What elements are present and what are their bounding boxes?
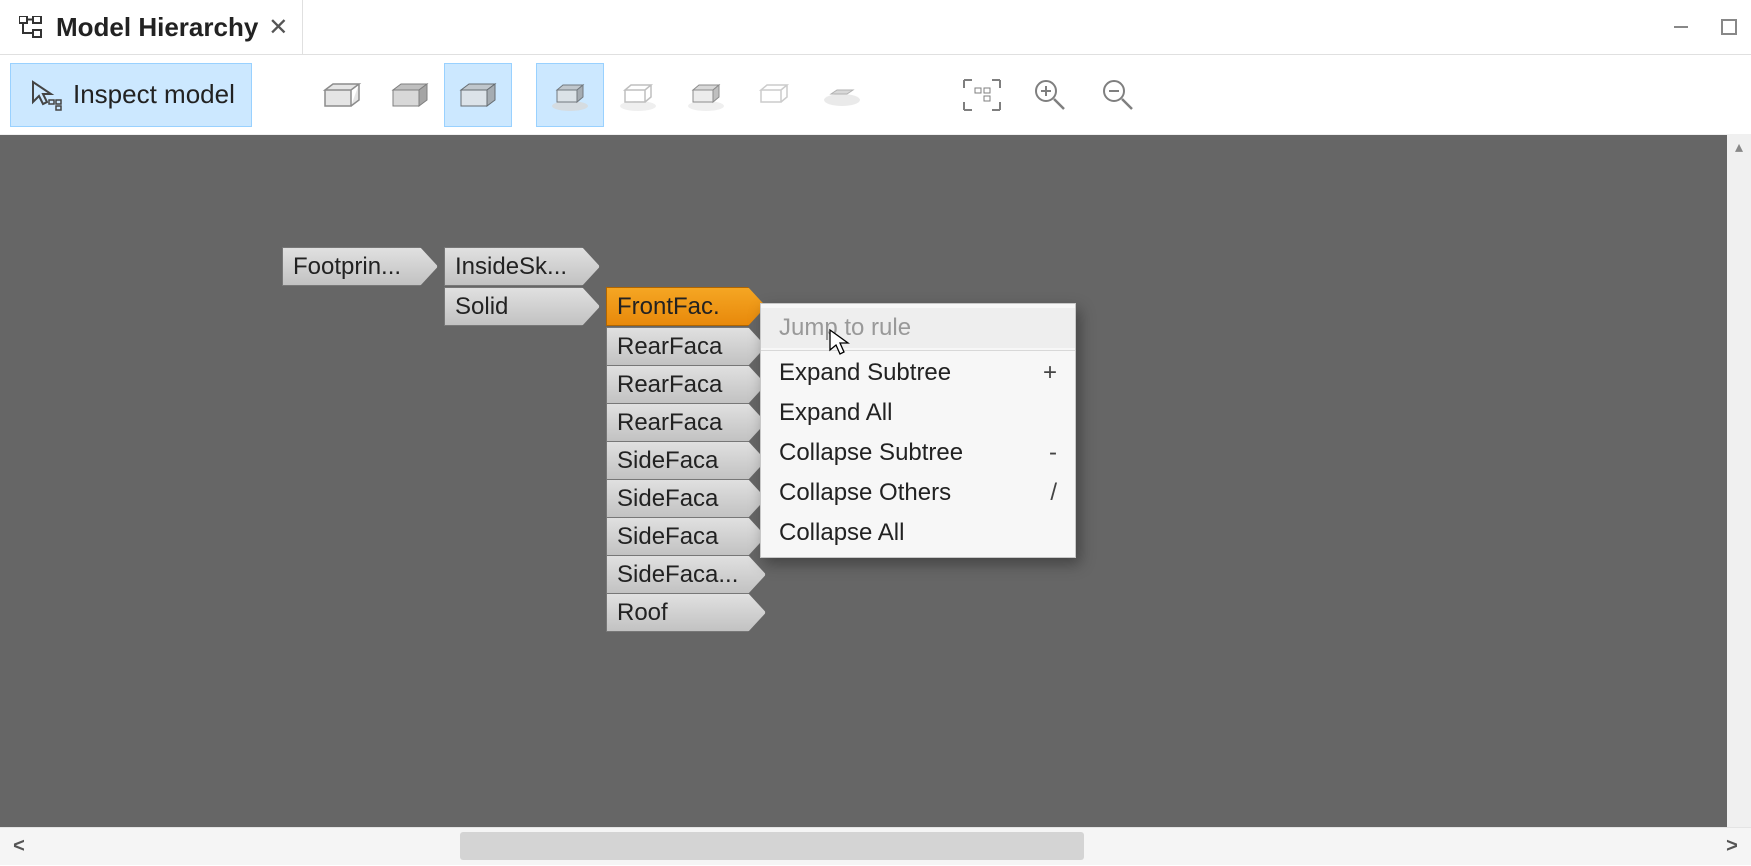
ghost-transparent-button[interactable] xyxy=(740,63,808,127)
panel-title: Model Hierarchy xyxy=(56,12,258,43)
view-mode-group-2 xyxy=(536,63,876,127)
panel-tab[interactable]: Model Hierarchy ✕ xyxy=(0,0,303,54)
hierarchy-node[interactable]: InsideSk... xyxy=(444,247,600,286)
view-shaded-button[interactable] xyxy=(376,63,444,127)
horizontal-scrollbar[interactable]: < > xyxy=(0,827,1751,865)
view-wireframe-button[interactable] xyxy=(308,63,376,127)
ghost-wire-button[interactable] xyxy=(672,63,740,127)
context-menu-item[interactable]: Expand All xyxy=(761,393,1075,433)
inspect-cursor-icon xyxy=(27,76,65,114)
hierarchy-node[interactable]: RearFaca xyxy=(606,327,766,366)
context-menu-label: Jump to rule xyxy=(779,314,911,342)
context-menu-shortcut: - xyxy=(1049,439,1057,467)
frame-selection-button[interactable] xyxy=(948,63,1016,127)
close-tab-button[interactable]: ✕ xyxy=(268,13,288,42)
ghost-front-button[interactable] xyxy=(604,63,672,127)
context-menu-label: Collapse Others xyxy=(779,479,951,507)
titlebar: Model Hierarchy ✕ xyxy=(0,0,1751,55)
context-menu-item: Jump to rule xyxy=(761,308,1075,348)
context-menu-item[interactable]: Collapse Subtree - xyxy=(761,433,1075,473)
hierarchy-node[interactable]: SideFaca xyxy=(606,517,766,556)
ghost-floor-button[interactable] xyxy=(808,63,876,127)
scroll-right-icon[interactable]: > xyxy=(1713,828,1751,866)
context-menu-shortcut: / xyxy=(1050,479,1057,507)
inspect-label: Inspect model xyxy=(73,79,235,110)
scroll-thumb[interactable] xyxy=(460,832,1084,860)
zoom-in-button[interactable] xyxy=(1016,63,1084,127)
isolate-shape-button[interactable] xyxy=(536,63,604,127)
hierarchy-node[interactable]: SideFaca xyxy=(606,441,766,480)
vertical-scrollbar[interactable]: ▴ xyxy=(1727,135,1751,827)
inspect-model-button[interactable]: Inspect model xyxy=(10,63,252,127)
hierarchy-node[interactable]: Footprin... xyxy=(282,247,438,286)
context-menu: Jump to rule Expand Subtree + Expand All Col… xyxy=(760,303,1076,558)
context-menu-shortcut: + xyxy=(1043,359,1057,387)
zoom-out-button[interactable] xyxy=(1084,63,1152,127)
hierarchy-node[interactable]: RearFaca xyxy=(606,365,766,404)
hierarchy-node[interactable]: Solid xyxy=(444,287,600,326)
context-menu-label: Collapse All xyxy=(779,519,904,547)
view-solid-button[interactable] xyxy=(444,63,512,127)
context-menu-item[interactable]: Collapse Others / xyxy=(761,473,1075,513)
hierarchy-node[interactable]: SideFaca xyxy=(606,479,766,518)
scroll-track[interactable] xyxy=(38,828,1713,865)
window-controls xyxy=(1671,17,1751,37)
hierarchy-node[interactable]: Roof xyxy=(606,593,766,632)
maximize-button[interactable] xyxy=(1719,17,1739,37)
hierarchy-node[interactable]: FrontFac. xyxy=(606,287,766,326)
context-menu-label: Expand All xyxy=(779,399,892,427)
toolbar: Inspect model xyxy=(0,55,1751,135)
view-mode-group-1 xyxy=(308,63,512,127)
context-menu-label: Collapse Subtree xyxy=(779,439,963,467)
hierarchy-node[interactable]: RearFaca xyxy=(606,403,766,442)
context-menu-item[interactable]: Expand Subtree + xyxy=(761,353,1075,393)
zoom-group xyxy=(948,63,1152,127)
context-menu-separator xyxy=(761,350,1075,351)
context-menu-label: Expand Subtree xyxy=(779,359,951,387)
minimize-button[interactable] xyxy=(1671,17,1691,37)
scroll-up-icon[interactable]: ▴ xyxy=(1727,135,1751,159)
context-menu-item[interactable]: Collapse All xyxy=(761,513,1075,553)
hierarchy-node[interactable]: SideFaca... xyxy=(606,555,766,594)
scroll-left-icon[interactable]: < xyxy=(0,828,38,866)
hierarchy-icon xyxy=(18,13,46,41)
